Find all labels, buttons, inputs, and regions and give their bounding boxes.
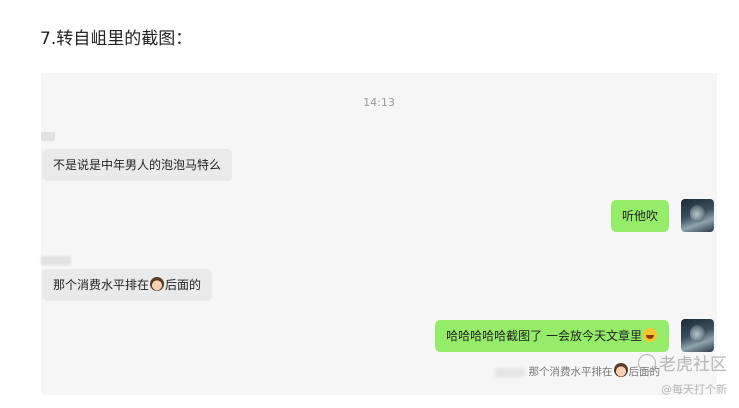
avatar[interactable] (681, 199, 714, 232)
girl-face-icon (613, 363, 628, 377)
message-bubble-outgoing[interactable]: 哈哈哈哈哈截图了 一会放今天文章里 (435, 320, 669, 352)
sender-name-redacted (41, 132, 55, 141)
message-bubble-outgoing[interactable]: 听他吹 (610, 200, 669, 232)
laughing-face-icon (643, 328, 657, 342)
message-text: 不是说是中年男人的泡泡马特么 (53, 158, 222, 172)
message-text: 听他吹 (621, 209, 658, 223)
watermark-brand: 老虎社区 (659, 355, 727, 375)
tiger-logo-icon (638, 354, 656, 372)
watermark-logo: 老虎社区 (638, 350, 727, 375)
message-text: 那个消费水平排在 (53, 278, 150, 292)
avatar[interactable] (681, 319, 714, 352)
watermark-handle: @每天打个新 (661, 383, 727, 396)
message-bubble-incoming[interactable]: 不是说是中年男人的泡泡马特么 (42, 149, 233, 181)
quoted-message[interactable]: 那个消费水平排在 后面的 (494, 363, 660, 379)
quote-text: 那个消费水平排在 (528, 366, 613, 378)
page-heading: 7.转自岨里的截图： (40, 29, 193, 49)
sender-name-redacted (41, 256, 71, 265)
chat-screenshot: 14:13 不是说是中年男人的泡泡马特么 听他吹 那个消费水平排在 后面的 哈哈哈… (41, 73, 717, 395)
chat-timestamp: 14:13 (363, 96, 395, 109)
message-text: 后面的 (165, 278, 202, 292)
message-text: 哈哈哈哈哈截图了 一会放今天文章里 (446, 329, 642, 343)
girl-face-icon (150, 277, 165, 291)
quote-sender-redacted (494, 367, 525, 377)
message-bubble-incoming[interactable]: 那个消费水平排在 后面的 (42, 269, 213, 301)
